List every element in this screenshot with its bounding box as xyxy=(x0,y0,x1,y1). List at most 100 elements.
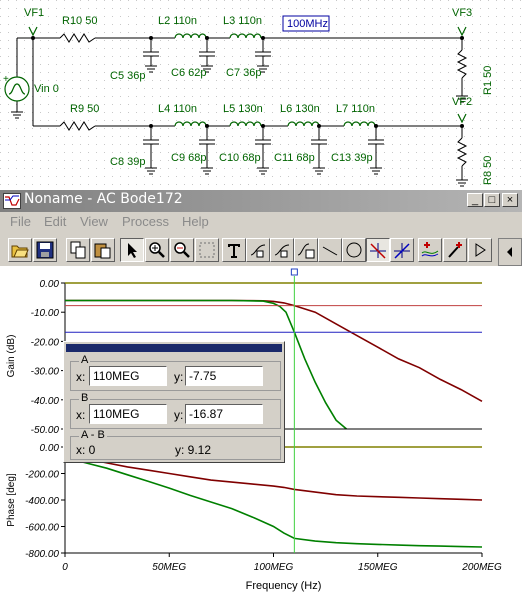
curve-fit-icon xyxy=(297,243,315,259)
toolbar xyxy=(0,236,522,266)
r1-label: R1 50 xyxy=(482,66,494,95)
y-tick-label: -30.00 xyxy=(31,367,60,378)
curve-fit-button[interactable] xyxy=(294,238,318,262)
c10-label: C10 68p xyxy=(219,152,261,164)
cursor-handle xyxy=(290,268,298,276)
cursor-diff-x: x: 0 xyxy=(76,443,96,457)
cursor-b-y-field[interactable]: -16.87 xyxy=(185,404,263,424)
menu-file[interactable]: File xyxy=(10,214,31,229)
r10-label: R10 50 xyxy=(62,15,97,27)
play-button[interactable] xyxy=(468,238,492,262)
text-button[interactable] xyxy=(222,238,246,262)
app-icon xyxy=(3,193,21,209)
cursor-a-y-label: y: xyxy=(174,370,184,384)
y-tick-label: -600.00 xyxy=(25,523,59,534)
cursor-b-x-field[interactable]: 110MEG xyxy=(89,404,167,424)
cursor-b-label: B xyxy=(79,392,91,404)
save-icon xyxy=(36,241,54,259)
window-titlebar[interactable]: Noname - AC Bode172 _ □ × xyxy=(0,190,522,212)
cursor-a-icon xyxy=(250,244,266,258)
add-cursor-icon xyxy=(421,242,439,257)
r9-label: R9 50 xyxy=(70,103,99,115)
cursor-panel-titlebar[interactable] xyxy=(66,344,282,352)
c6-label: C6 62p xyxy=(171,67,206,79)
l2-label: L2 110n xyxy=(158,15,197,27)
zoom-out-button[interactable] xyxy=(170,238,194,262)
paste-button[interactable] xyxy=(91,238,115,262)
x-tick-label: 150MEG xyxy=(358,562,398,573)
line-icon xyxy=(322,246,338,256)
svg-text:+: + xyxy=(3,74,9,85)
zoom-in-button[interactable] xyxy=(145,238,169,262)
save-button[interactable] xyxy=(33,238,57,262)
zoom-100-button[interactable] xyxy=(195,238,219,262)
y-tick-label: -800.00 xyxy=(25,549,59,560)
vf3-label: VF3 xyxy=(452,7,472,19)
menu-edit[interactable]: Edit xyxy=(44,214,66,229)
x-tick-label: 0 xyxy=(62,562,68,573)
x-tick-label: 100MEG xyxy=(254,562,294,573)
pointer-icon xyxy=(128,243,137,258)
cursor-panel[interactable]: A x: 110MEG y: -7.75 B x: 110MEG y: -16.… xyxy=(63,341,285,463)
cursor-diff-label: A - B xyxy=(79,429,107,441)
y-tick-label: -200.00 xyxy=(25,470,59,481)
vf2-label: VF2 xyxy=(452,96,472,108)
probe-button[interactable] xyxy=(443,238,467,262)
c7-label: C7 36p xyxy=(226,67,261,79)
menu-bar: File Edit View Process Help xyxy=(0,212,522,232)
cursor-a-marker-icon xyxy=(370,243,386,259)
l7-label: L7 110n xyxy=(336,103,375,115)
y-axis-label: Phase [deg] xyxy=(6,473,17,527)
menu-help[interactable]: Help xyxy=(182,214,209,229)
c8-label: C8 39p xyxy=(110,156,145,168)
toolbar-scroll-left-icon[interactable] xyxy=(498,238,522,266)
schematic-canvas: + VF1 VF3 VF2 Vin 0 R10 50 R9 50 L2 110n… xyxy=(0,0,522,190)
cursor-b-x-label: x: xyxy=(76,408,86,422)
r8-label: R8 50 xyxy=(482,156,494,185)
bode-window: Noname - AC Bode172 _ □ × File Edit View… xyxy=(0,190,522,593)
open-button[interactable] xyxy=(8,238,32,262)
cursor-b-marker-icon xyxy=(394,243,410,259)
menu-view[interactable]: View xyxy=(80,214,108,229)
text-icon xyxy=(228,244,240,258)
l5-label: L5 130n xyxy=(223,103,263,115)
cursor-a-x-label: x: xyxy=(76,370,86,384)
y-tick-label: -20.00 xyxy=(31,337,60,348)
play-icon xyxy=(475,243,486,257)
y-tick-label: -50.00 xyxy=(31,425,60,436)
y-tick-label: -40.00 xyxy=(31,396,60,407)
l6-label: L6 130n xyxy=(280,103,320,115)
copy-icon xyxy=(70,241,86,259)
l3-label: L3 110n xyxy=(223,15,262,27)
menu-process[interactable]: Process xyxy=(122,214,169,229)
vf1-label: VF1 xyxy=(24,7,44,19)
zoom-out-icon xyxy=(174,242,190,258)
c5-label: C5 36p xyxy=(110,70,145,82)
frequency-label: 100MHz xyxy=(287,18,328,30)
y-tick-label: -10.00 xyxy=(31,308,60,319)
cursor-a-x-field[interactable]: 110MEG xyxy=(89,366,167,386)
circle-button[interactable] xyxy=(342,238,366,262)
cursor-a-y-field[interactable]: -7.75 xyxy=(185,366,263,386)
close-button[interactable]: × xyxy=(502,193,518,207)
cursor-diff-group: A - B x: 0 y: 9.12 xyxy=(70,429,281,460)
cursor-b-icon xyxy=(274,244,290,258)
y-tick-label: -400.00 xyxy=(25,496,59,507)
minimize-button[interactable]: _ xyxy=(467,193,483,207)
maximize-button[interactable]: □ xyxy=(484,193,500,207)
line-button[interactable] xyxy=(318,238,342,262)
add-cursor-button[interactable] xyxy=(418,238,442,262)
copy-button[interactable] xyxy=(66,238,90,262)
l4-label: L4 110n xyxy=(158,103,197,115)
cursor-b-marker-button[interactable] xyxy=(390,238,414,262)
x-tick-label: 200MEG xyxy=(461,562,502,573)
y-tick-label: 0.00 xyxy=(40,279,60,290)
circle-icon xyxy=(346,242,362,258)
cursor-a-button[interactable] xyxy=(246,238,270,262)
open-icon xyxy=(11,245,29,258)
cursor-b-button[interactable] xyxy=(270,238,294,262)
cursor-b-y-label: y: xyxy=(174,408,184,422)
pointer-button[interactable] xyxy=(120,238,144,262)
cursor-a-marker-button[interactable] xyxy=(366,238,390,262)
c13-label: C13 39p xyxy=(331,152,373,164)
